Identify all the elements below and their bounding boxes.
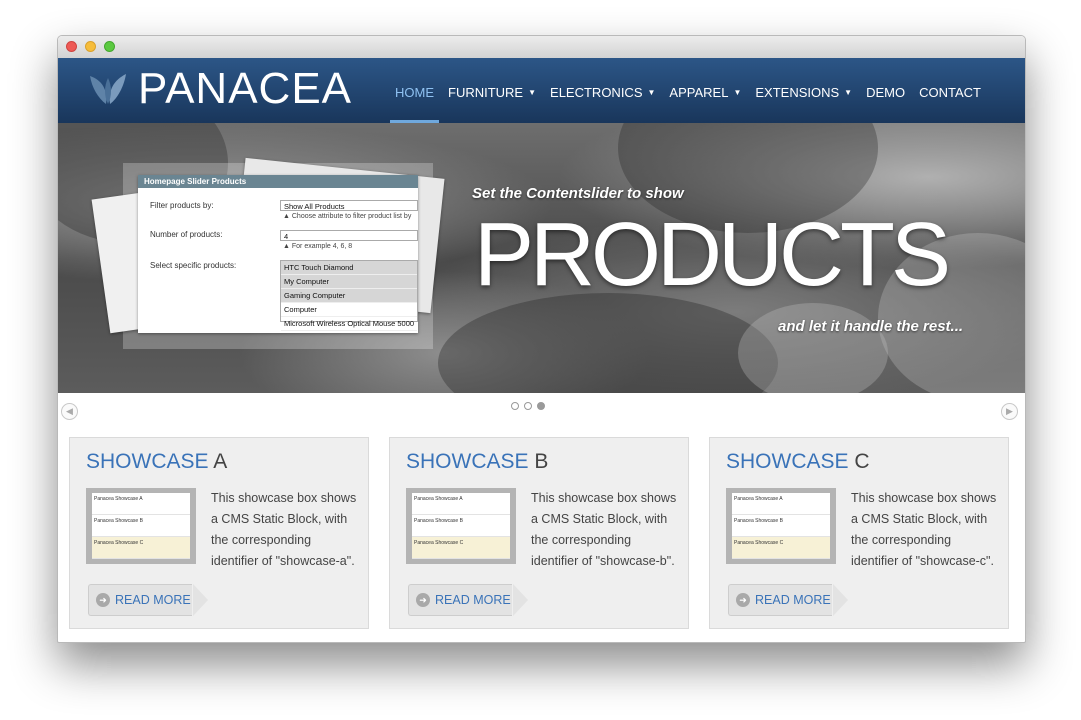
showcase-title-word: SHOWCASE bbox=[406, 450, 529, 473]
read-more-button[interactable]: ➜ READ MORE bbox=[728, 584, 848, 616]
select-label: Select specific products: bbox=[150, 261, 237, 270]
nav-contact-label: CONTACT bbox=[919, 85, 981, 100]
list-item: HTC Touch Diamond bbox=[281, 261, 417, 275]
read-more-label: READ MORE bbox=[115, 593, 191, 607]
read-more-button[interactable]: ➜ READ MORE bbox=[88, 584, 208, 616]
window-titlebar bbox=[58, 36, 1025, 59]
thumb-row: Panacea Showcase A bbox=[732, 493, 830, 515]
thumb-row: Panacea Showcase C bbox=[412, 537, 510, 559]
caret-down-icon: ▼ bbox=[733, 88, 742, 97]
nav-home[interactable]: HOME bbox=[388, 58, 441, 123]
showcase-title-word: SHOWCASE bbox=[726, 450, 849, 473]
showcase-title-letter: C bbox=[854, 450, 870, 473]
showcase-thumbnail[interactable]: Panacea Showcase A Panacea Showcase B Pa… bbox=[406, 488, 516, 564]
list-item: Computer bbox=[281, 303, 417, 317]
nav-contact[interactable]: CONTACT bbox=[912, 58, 988, 123]
showcase-thumbnail[interactable]: Panacea Showcase A Panacea Showcase B Pa… bbox=[726, 488, 836, 564]
filter-hint-text: Choose attribute to filter product list … bbox=[291, 213, 412, 220]
slider-dot-1[interactable] bbox=[511, 402, 519, 410]
showcase-text: This showcase box shows a CMS Static Blo… bbox=[851, 491, 997, 568]
arrow-right-icon: ➜ bbox=[736, 593, 750, 607]
slider-dot-2[interactable] bbox=[524, 402, 532, 410]
list-item: Gaming Computer bbox=[281, 289, 417, 303]
nav-extensions[interactable]: EXTENSIONS ▼ bbox=[748, 58, 859, 123]
arrow-right-icon: ➜ bbox=[96, 593, 110, 607]
caret-down-icon: ▼ bbox=[528, 88, 537, 97]
nav-electronics-label: ELECTRONICS bbox=[550, 85, 643, 100]
nav-extensions-label: EXTENSIONS bbox=[755, 85, 840, 100]
count-input: 4 bbox=[280, 230, 418, 241]
slider-next-arrow-icon[interactable]: ▶ bbox=[1001, 403, 1018, 420]
panel-title: Homepage Slider Products bbox=[138, 175, 418, 188]
thumb-row: Panacea Showcase B bbox=[412, 515, 510, 537]
list-item: My Computer bbox=[281, 275, 417, 289]
thumb-row: Panacea Showcase C bbox=[92, 537, 190, 559]
caret-down-icon: ▼ bbox=[844, 88, 853, 97]
arrow-right-icon: ➜ bbox=[416, 593, 430, 607]
showcase-box-b: SHOWCASE B Panacea Showcase A Panacea Sh… bbox=[389, 437, 689, 629]
zoom-window-button[interactable] bbox=[104, 41, 115, 52]
showcase-title-letter: A bbox=[213, 450, 228, 473]
nav-electronics[interactable]: ELECTRONICS ▼ bbox=[543, 58, 662, 123]
showcase-title-letter: B bbox=[534, 450, 549, 473]
nav-demo-label: DEMO bbox=[866, 85, 906, 100]
thumb-row: Panacea Showcase A bbox=[92, 493, 190, 515]
showcase-text: This showcase box shows a CMS Static Blo… bbox=[211, 491, 357, 568]
showcase-thumbnail-inner: Panacea Showcase A Panacea Showcase B Pa… bbox=[92, 493, 190, 559]
showcase-thumbnail-inner: Panacea Showcase A Panacea Showcase B Pa… bbox=[412, 493, 510, 559]
slide-tagline-top: Set the Contentslider to show bbox=[472, 185, 684, 202]
leaf-logo-icon[interactable] bbox=[86, 72, 130, 108]
hero-slider[interactable]: Homepage Slider Products Filter products… bbox=[58, 123, 1025, 393]
nav-home-label: HOME bbox=[395, 85, 434, 100]
caret-down-icon: ▼ bbox=[647, 88, 656, 97]
slider-products-panel: Homepage Slider Products Filter products… bbox=[138, 175, 418, 333]
showcase-thumbnail-inner: Panacea Showcase A Panacea Showcase B Pa… bbox=[732, 493, 830, 559]
slide-tagline-bottom: and let it handle the rest... bbox=[778, 318, 964, 335]
nav-furniture[interactable]: FURNITURE ▼ bbox=[441, 58, 543, 123]
brand-logo-text[interactable]: PANACEA bbox=[138, 64, 352, 114]
showcase-box-c: SHOWCASE C Panacea Showcase A Panacea Sh… bbox=[709, 437, 1009, 629]
showcase-text: This showcase box shows a CMS Static Blo… bbox=[531, 491, 677, 568]
nav-apparel-label: APPAREL bbox=[669, 85, 729, 100]
showcase-title[interactable]: SHOWCASE C bbox=[726, 450, 870, 474]
showcase-box-a: SHOWCASE A Panacea Showcase A Panacea Sh… bbox=[69, 437, 369, 629]
nav-demo[interactable]: DEMO bbox=[859, 58, 912, 123]
thumb-row: Panacea Showcase C bbox=[732, 537, 830, 559]
thumb-row: Panacea Showcase A bbox=[412, 493, 510, 515]
slider-prev-arrow-icon[interactable]: ◀ bbox=[61, 403, 78, 420]
slider-dot-3[interactable] bbox=[537, 402, 545, 410]
showcase-title[interactable]: SHOWCASE A bbox=[86, 450, 227, 474]
filter-hint: ▲ Choose attribute to filter product lis… bbox=[283, 213, 412, 220]
filter-select: Show All Products bbox=[280, 200, 418, 211]
showcase-title-word: SHOWCASE bbox=[86, 450, 209, 473]
showcase-title[interactable]: SHOWCASE B bbox=[406, 450, 548, 474]
count-hint: ▲ For example 4, 6, 8 bbox=[283, 243, 353, 250]
slider-pagination bbox=[511, 402, 545, 410]
site-header: PANACEA HOME FURNITURE ▼ ELECTRONICS ▼ APP… bbox=[58, 58, 1025, 123]
slide-background-foliage bbox=[438, 293, 778, 393]
list-item: Microsoft Wireless Optical Mouse 5000 bbox=[281, 317, 417, 331]
main-nav: HOME FURNITURE ▼ ELECTRONICS ▼ APPAREL ▼ EX… bbox=[388, 58, 988, 123]
read-more-button[interactable]: ➜ READ MORE bbox=[408, 584, 528, 616]
slide-background-foliage bbox=[738, 303, 888, 393]
count-hint-text: For example 4, 6, 8 bbox=[291, 243, 353, 250]
nav-apparel[interactable]: APPAREL ▼ bbox=[662, 58, 748, 123]
thumb-row: Panacea Showcase B bbox=[92, 515, 190, 537]
thumb-row: Panacea Showcase B bbox=[732, 515, 830, 537]
products-list: HTC Touch Diamond My Computer Gaming Com… bbox=[280, 260, 418, 331]
nav-furniture-label: FURNITURE bbox=[448, 85, 524, 100]
minimize-window-button[interactable] bbox=[85, 41, 96, 52]
read-more-label: READ MORE bbox=[755, 593, 831, 607]
filter-label: Filter products by: bbox=[150, 201, 214, 210]
showcase-thumbnail[interactable]: Panacea Showcase A Panacea Showcase B Pa… bbox=[86, 488, 196, 564]
count-label: Number of products: bbox=[150, 230, 223, 239]
read-more-label: READ MORE bbox=[435, 593, 511, 607]
close-window-button[interactable] bbox=[66, 41, 77, 52]
slide-headline: PRODUCTS bbox=[474, 205, 951, 305]
browser-window: PANACEA HOME FURNITURE ▼ ELECTRONICS ▼ APP… bbox=[57, 35, 1026, 643]
